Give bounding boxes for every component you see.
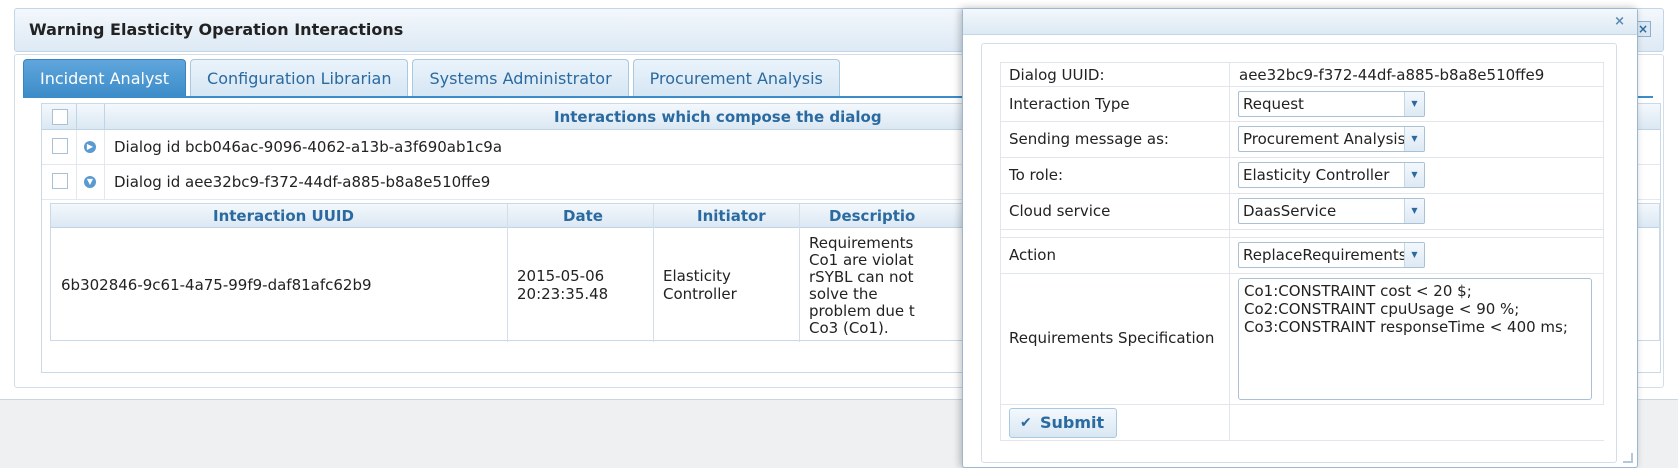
form-divider: [1229, 274, 1230, 404]
expand-icon[interactable]: ▶: [84, 141, 96, 153]
description-cell: solve the: [809, 285, 878, 303]
dialog-id-label: Dialog id bcb046ac-9096-4062-a13b-a3f690…: [114, 138, 503, 156]
chevron-down-icon[interactable]: ▼: [1404, 127, 1424, 151]
column-divider: [507, 204, 508, 342]
chevron-down-icon[interactable]: ▼: [1404, 92, 1424, 116]
row-checkbox[interactable]: [52, 173, 68, 189]
to-role-label: To role:: [1009, 166, 1064, 184]
tab-systems-administrator[interactable]: Systems Administrator: [412, 59, 629, 97]
submit-button[interactable]: ✔ Submit: [1009, 408, 1117, 438]
form-divider: [1229, 405, 1230, 440]
row-divider: [76, 165, 77, 200]
submit-label: Submit: [1040, 413, 1105, 432]
form-divider: [1229, 63, 1230, 86]
interaction-uuid-cell: 6b302846-9c61-4a75-99f9-daf81afc62b9: [61, 276, 372, 294]
description-cell: problem due t: [809, 302, 915, 320]
dialog-id-label: Dialog id aee32bc9-f372-44df-a885-b8a8e5…: [114, 173, 491, 191]
form-row-sending-as: Sending message as: Procurement Analysis…: [1000, 122, 1604, 158]
form-row-cloud-service: Cloud service DaasService ▼: [1000, 194, 1604, 230]
sending-as-select[interactable]: Procurement Analysis ▼: [1238, 126, 1425, 152]
interaction-type-label: Interaction Type: [1009, 95, 1130, 113]
description-cell: Requirements: [809, 234, 914, 252]
dialog-form: Dialog UUID: aee32bc9-f372-44df-a885-b8a…: [1000, 62, 1604, 441]
dialog-titlebar: ×: [963, 9, 1637, 35]
collapse-icon[interactable]: ▼: [84, 176, 96, 188]
action-value: ReplaceRequirements: [1243, 246, 1407, 264]
sending-as-label: Sending message as:: [1009, 130, 1169, 148]
form-row-requirements: Requirements Specification Co1:CONSTRAIN…: [1000, 274, 1604, 405]
form-row-submit: ✔ Submit: [1000, 405, 1604, 441]
cloud-service-value: DaasService: [1243, 202, 1337, 220]
checkmark-icon: ✔: [1020, 415, 1032, 431]
requirements-textarea[interactable]: Co1:CONSTRAINT cost < 20 $; Co2:CONSTRAI…: [1238, 278, 1592, 400]
initiator-cell: Controller: [663, 285, 737, 303]
cloud-service-select[interactable]: DaasService ▼: [1238, 198, 1425, 224]
form-divider: [1229, 238, 1230, 273]
action-label: Action: [1009, 246, 1056, 264]
column-header-initiator[interactable]: Initiator: [697, 207, 766, 225]
form-row-to-role: To role: Elasticity Controller ▼: [1000, 158, 1604, 194]
cloud-service-label: Cloud service: [1009, 202, 1111, 220]
form-divider: [1229, 87, 1230, 121]
header-divider: [76, 104, 77, 130]
dialog-close-icon[interactable]: ×: [1614, 14, 1625, 29]
resize-grip-icon[interactable]: [1623, 453, 1633, 463]
grid-title: Interactions which compose the dialog: [554, 108, 882, 126]
chevron-down-icon[interactable]: ▼: [1404, 163, 1424, 187]
interaction-type-select[interactable]: Request ▼: [1238, 91, 1425, 117]
to-role-value: Elasticity Controller: [1243, 166, 1390, 184]
initiator-cell: Elasticity: [663, 267, 731, 285]
time-cell: 20:23:35.48: [517, 285, 609, 303]
chevron-down-icon[interactable]: ▼: [1404, 243, 1424, 267]
interaction-type-value: Request: [1243, 95, 1304, 113]
form-row-uuid: Dialog UUID: aee32bc9-f372-44df-a885-b8a…: [1000, 62, 1604, 87]
action-select[interactable]: ReplaceRequirements ▼: [1238, 242, 1425, 268]
column-header-description[interactable]: Descriptio: [829, 207, 915, 225]
row-divider: [104, 130, 105, 165]
row-checkbox[interactable]: [52, 138, 68, 154]
requirement-line: Co3:CONSTRAINT responseTime < 400 ms;: [1244, 318, 1568, 336]
dialog-uuid-value: aee32bc9-f372-44df-a885-b8a8e510ffe9: [1239, 66, 1545, 84]
form-divider: [1229, 158, 1230, 193]
sending-as-value: Procurement Analysis: [1243, 130, 1406, 148]
form-divider: [1229, 122, 1230, 157]
form-row-action: Action ReplaceRequirements ▼: [1000, 238, 1604, 274]
column-divider: [799, 204, 800, 342]
row-divider: [76, 130, 77, 165]
chevron-down-icon[interactable]: ▼: [1404, 199, 1424, 223]
dialog-body: Dialog UUID: aee32bc9-f372-44df-a885-b8a…: [981, 43, 1617, 463]
select-all-checkbox[interactable]: [52, 109, 68, 125]
column-header-uuid[interactable]: Interaction UUID: [213, 207, 354, 225]
header-divider: [104, 104, 105, 130]
to-role-select[interactable]: Elasticity Controller ▼: [1238, 162, 1425, 188]
requirement-line: Co2:CONSTRAINT cpuUsage < 90 %;: [1244, 300, 1520, 318]
tab-configuration-librarian[interactable]: Configuration Librarian: [190, 59, 409, 97]
tab-incident-analyst[interactable]: Incident Analyst: [23, 59, 187, 97]
column-header-date[interactable]: Date: [563, 207, 603, 225]
dialog-uuid-label: Dialog UUID:: [1009, 66, 1105, 84]
form-divider: [1229, 194, 1230, 229]
description-cell: Co1 are violat: [809, 251, 914, 269]
date-cell: 2015-05-06: [517, 267, 605, 285]
requirements-label: Requirements Specification: [1009, 329, 1215, 347]
form-spacer-row: [1000, 230, 1604, 238]
form-row-interaction-type: Interaction Type Request ▼: [1000, 87, 1604, 122]
interaction-dialog: × Dialog UUID: aee32bc9-f372-44df-a885-b…: [962, 8, 1638, 468]
row-divider: [104, 165, 105, 200]
requirement-line: Co1:CONSTRAINT cost < 20 $;: [1244, 282, 1472, 300]
column-divider: [653, 204, 654, 342]
tab-procurement-analysis[interactable]: Procurement Analysis: [632, 59, 840, 97]
description-cell: rSYBL can not: [809, 268, 914, 286]
form-divider: [1229, 230, 1230, 237]
description-cell: Co3 (Co1).: [809, 319, 889, 337]
role-tabs: Incident Analyst Configuration Librarian…: [23, 59, 844, 97]
window-title: Warning Elasticity Operation Interaction…: [29, 20, 404, 39]
